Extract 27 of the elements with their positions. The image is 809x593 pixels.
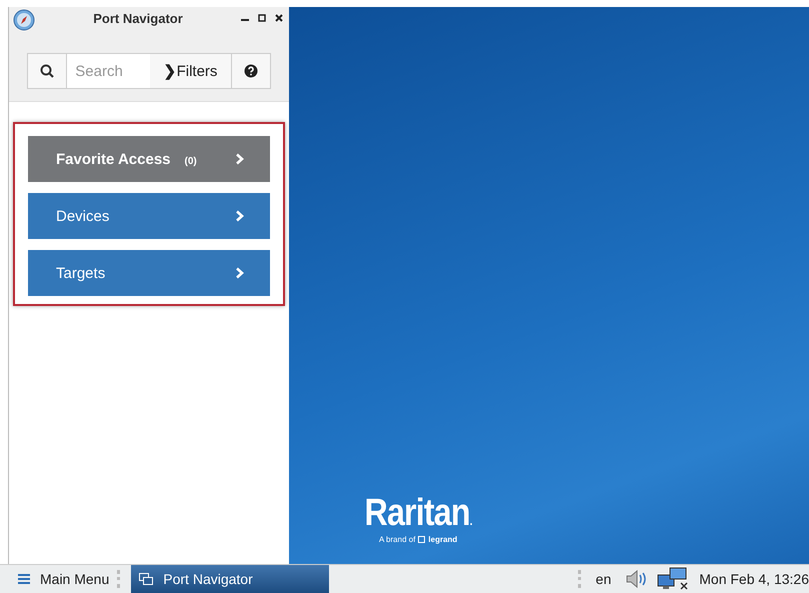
maximize-icon[interactable] xyxy=(258,14,266,22)
menu-item[interactable]: Devices xyxy=(28,193,270,239)
help-button[interactable] xyxy=(230,53,272,89)
chevron-icon xyxy=(235,267,244,279)
taskbar-task[interactable]: Port Navigator xyxy=(131,565,330,593)
window-title: Port Navigator xyxy=(92,10,184,26)
clock-text: Mon Feb 4, 13:26 xyxy=(699,571,809,587)
menu-item[interactable]: Targets xyxy=(28,250,270,296)
close-icon[interactable] xyxy=(275,14,283,22)
chevron-icon xyxy=(235,153,244,165)
network-icon[interactable] xyxy=(657,567,690,591)
main-menu-button[interactable]: Main Menu xyxy=(40,571,110,587)
windows-icon xyxy=(139,573,154,585)
tagline-text: A brand of xyxy=(378,535,416,544)
search-button[interactable] xyxy=(27,53,68,89)
brand-text: legrand xyxy=(428,535,458,544)
menu-icon[interactable] xyxy=(18,574,30,584)
language-indicator[interactable]: en xyxy=(596,571,612,587)
logo-text: Raritan. xyxy=(364,492,472,535)
search-field[interactable]: Search xyxy=(67,53,150,89)
menu-item[interactable]: Favorite Access (0) xyxy=(28,136,270,182)
help-icon xyxy=(244,64,258,78)
compass-icon xyxy=(13,9,35,31)
chevron-icon xyxy=(235,210,244,222)
square-logo-icon xyxy=(418,536,426,543)
filters-button[interactable]: ❯Filters xyxy=(150,53,231,89)
search-icon xyxy=(40,64,54,78)
